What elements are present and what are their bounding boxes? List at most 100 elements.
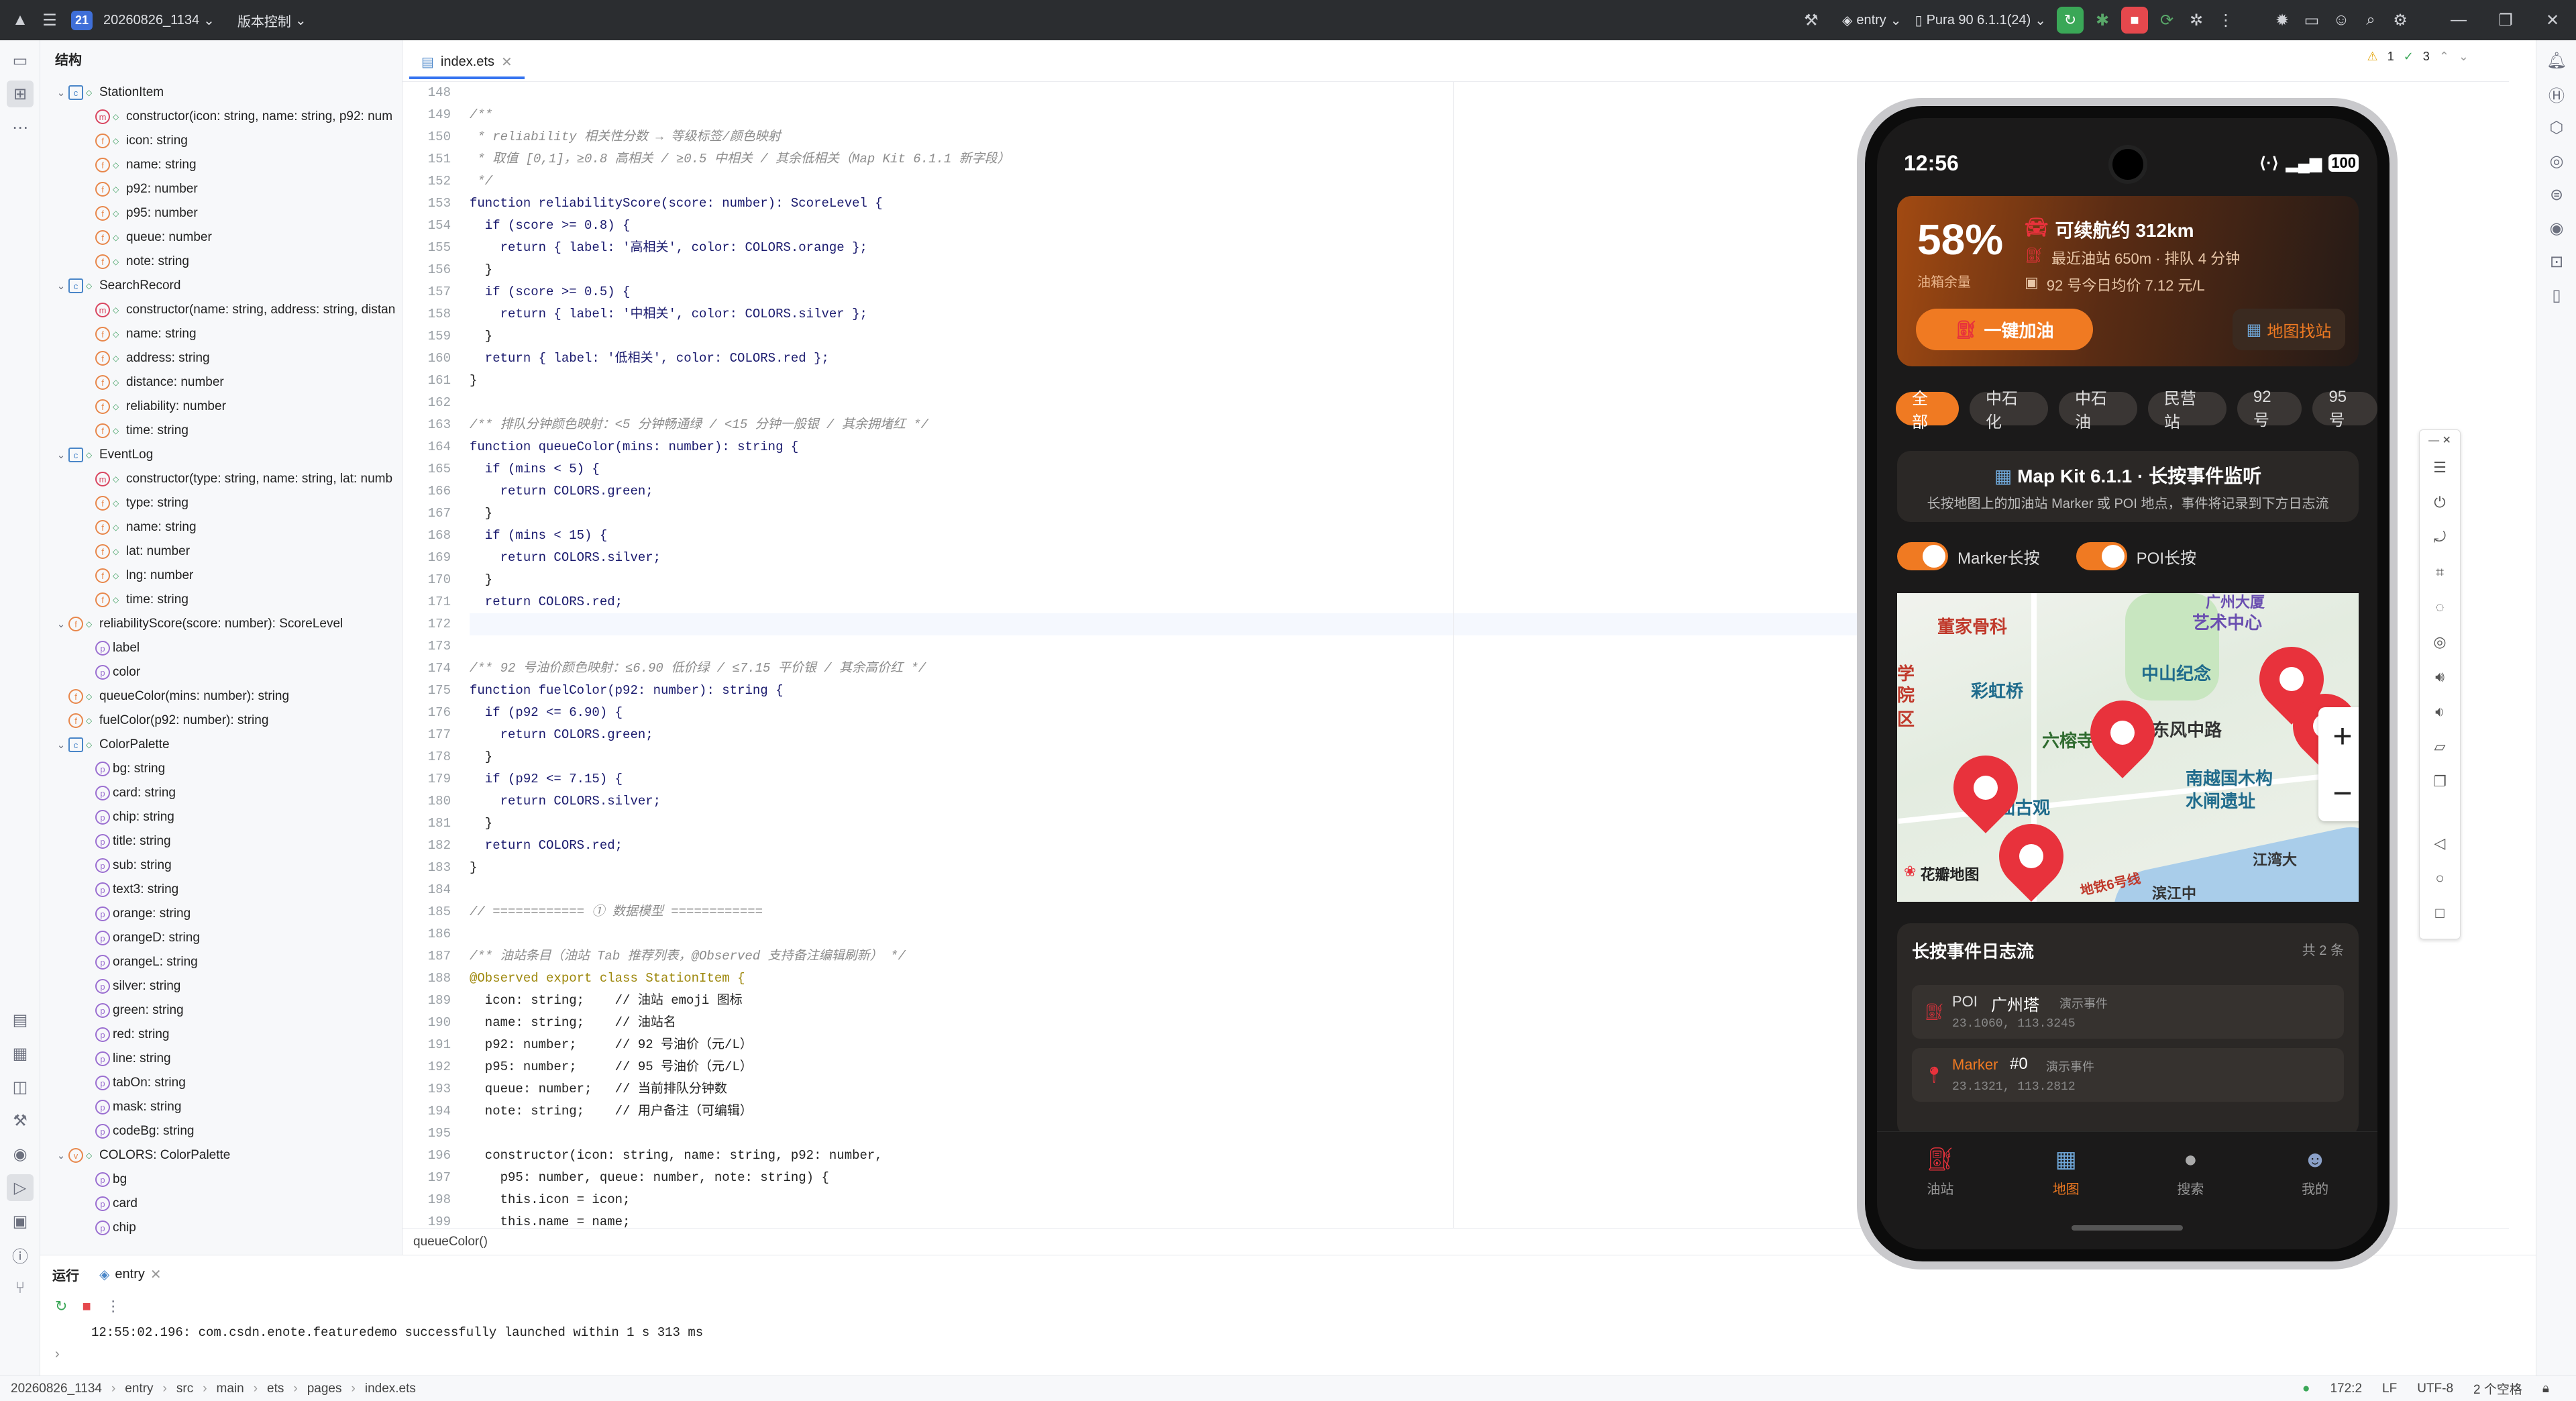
more-icon[interactable]: ⋮ [106,1298,121,1315]
structure-item[interactable]: m ◇ constructor(icon: string, name: string… [40,105,402,129]
run-tab[interactable]: 运行 [52,1265,79,1284]
chevron-down-icon[interactable]: ⌄ [54,449,68,461]
problems-icon[interactable]: ⓘ [7,1241,34,1268]
structure-item[interactable]: p codeBg: string [40,1119,402,1143]
emulator-window-controls[interactable]: — ✕ [2420,430,2460,450]
structure-item[interactable]: f ◇ reliability: number [40,395,402,419]
restore-icon[interactable]: ❐ [2482,5,2529,35]
device-selector[interactable]: ▯ Pura 90 6.1.1(24) ⌄ [1909,12,2053,29]
chevron-up-icon[interactable]: ⌃ [2439,50,2449,64]
inspection-widget[interactable]: ⚠ 1 ✓ 3 ⌃ ⌄ [2367,50,2469,64]
breadcrumb-function[interactable]: queueColor() [413,1235,488,1249]
notifications-icon[interactable]: 🔔︎ [2543,47,2570,74]
profiler-icon[interactable]: ✲ [2182,5,2211,35]
structure-item[interactable]: p title: string [40,829,402,853]
line-separator[interactable]: LF [2382,1382,2397,1396]
app-logo-icon[interactable]: ▲ [5,5,35,35]
hilog-icon[interactable]: ▦ [7,1040,34,1067]
file-encoding[interactable]: UTF-8 [2417,1382,2453,1396]
structure-item[interactable]: f ◇ queue: number [40,225,402,250]
emulator-menu-icon[interactable]: ☰ [2420,450,2460,485]
close-icon[interactable]: ✕ [501,54,513,70]
chevron-down-icon[interactable]: ⌄ [2459,50,2469,64]
map-view[interactable]: 董家骨科 艺术中心 广州大厦 中山纪念 彩虹桥 六榕寺 东风中路 南越国木构 水… [1897,593,2359,902]
chip-95[interactable]: 95号 [2312,388,2377,429]
search-icon[interactable]: ⌕ [2356,5,2385,35]
tab-search[interactable]: ● 搜索 [2177,1147,2204,1198]
services-icon[interactable]: ◉ [7,1141,34,1168]
structure-item[interactable]: p card [40,1192,402,1216]
chip-petrochina[interactable]: 中石油 [2058,390,2137,431]
copy-icon[interactable]: ❐ [2420,764,2460,799]
structure-item[interactable]: f ◇ p95: number [40,201,402,225]
power-icon[interactable]: ⏻ [2420,485,2460,520]
back-icon[interactable]: ◁ [2420,826,2460,861]
home-icon[interactable]: ○ [2420,861,2460,896]
marker-longpress-toggle[interactable] [1897,542,1948,570]
structure-item[interactable]: f ◇ type: string [40,491,402,515]
account-icon[interactable]: ☺ [2326,5,2356,35]
chevron-down-icon[interactable]: ⌄ [54,618,68,630]
poi-longpress-toggle[interactable] [2076,542,2127,570]
stop-button[interactable]: ■ [2121,7,2148,34]
structure-item[interactable]: f ◇ name: string [40,515,402,539]
status-ok-icon[interactable]: ● [2302,1382,2310,1396]
structure-item[interactable]: f ◇ time: string [40,588,402,612]
structure-item[interactable]: p orangeL: string [40,950,402,974]
fold-icon[interactable]: ▱ [2420,729,2460,764]
structure-item[interactable]: f ◇ p92: number [40,177,402,201]
stop-icon[interactable]: ■ [82,1298,91,1315]
chevron-down-icon[interactable]: ⌄ [54,280,68,292]
run-tool-icon[interactable]: ▷ [7,1174,34,1201]
minimize-icon[interactable]: — [2435,5,2482,35]
structure-item[interactable]: ⌄ c ◇ SearchRecord [40,274,402,298]
structure-item[interactable]: ⌄ f ◇ reliabilityScore(score: number): Scor… [40,612,402,636]
debug-icon[interactable]: ✱ [2088,5,2117,35]
tab-map[interactable]: ▦ 地图 [2053,1146,2080,1198]
structure-item[interactable]: p chip [40,1216,402,1240]
recent-icon[interactable]: □ [2420,896,2460,931]
structure-item[interactable]: f ◇ distance: number [40,370,402,395]
chip-sinopec[interactable]: 中石化 [1969,390,2048,431]
crop-icon[interactable]: ⌗ [2420,555,2460,590]
structure-item[interactable]: p bg [40,1168,402,1192]
tab-mine[interactable]: ☻ 我的 [2302,1147,2328,1198]
vcs-menu[interactable]: 版本控制 ⌄ [231,11,313,30]
settings-sync-icon[interactable]: ✹ [2267,5,2297,35]
log-item[interactable]: 📍︎ Marker #0 演示事件 23.1321, 113.2812 [1912,1048,2344,1102]
structure-item[interactable]: ⌄ c ◇ ColorPalette [40,733,402,757]
tab-stations[interactable]: ⛽︎ 油站 [1926,1146,1955,1198]
more-icon[interactable]: ⋮ [2211,5,2241,35]
structure-item[interactable]: p color [40,660,402,684]
more-tools-icon[interactable]: ⋯ [7,114,34,141]
structure-item[interactable]: f ◇ address: string [40,346,402,370]
folder-icon[interactable]: ▭ [2297,5,2326,35]
structure-item[interactable]: f ◇ time: string [40,419,402,443]
structure-icon[interactable]: ⊞ [7,81,34,107]
screenshot-icon[interactable]: ◌ [2420,590,2460,625]
status-path-1[interactable]: entry [125,1382,153,1396]
structure-item[interactable]: m ◇ constructor(name: string, address: str… [40,298,402,322]
chip-private[interactable]: 民营站 [2147,390,2226,431]
structure-item[interactable]: p orange: string [40,902,402,926]
log-item[interactable]: ⛽︎ POI 广州塔 演示事件 23.1060, 113.3245 [1912,985,2344,1039]
structure-item[interactable]: f ◇ name: string [40,322,402,346]
codelinter-icon[interactable]: ⬡ [2543,114,2570,141]
zoom-out-button[interactable]: − [2332,774,2352,813]
structure-item[interactable]: f ◇ note: string [40,250,402,274]
device-manager-icon[interactable]: ▯ [2543,282,2570,309]
build-icon[interactable]: ⚒ [7,1107,34,1134]
harmony-icon[interactable]: Ⓗ [2543,81,2570,107]
editor-tab[interactable]: ▤ index.ets ✕ [409,47,525,79]
entry-run-tab[interactable]: ◈ entry ✕ [99,1266,162,1283]
zoom-in-button[interactable]: + [2332,717,2352,756]
preview-eye-icon[interactable]: ◉ [2543,215,2570,242]
rerun-icon[interactable]: ↻ [55,1298,67,1315]
chevron-down-icon[interactable]: ⌄ [54,1149,68,1161]
chevron-down-icon[interactable]: ⌄ [54,87,68,99]
gear-icon[interactable]: ⚙ [2385,5,2415,35]
structure-item[interactable]: f ◇ fuelColor(p92: number): string [40,709,402,733]
indent-setting[interactable]: 2 个空格 [2473,1380,2522,1398]
structure-item[interactable]: ⌄ v ◇ COLORS: ColorPalette [40,1143,402,1168]
rerun-button[interactable]: ↻ [2057,7,2084,34]
